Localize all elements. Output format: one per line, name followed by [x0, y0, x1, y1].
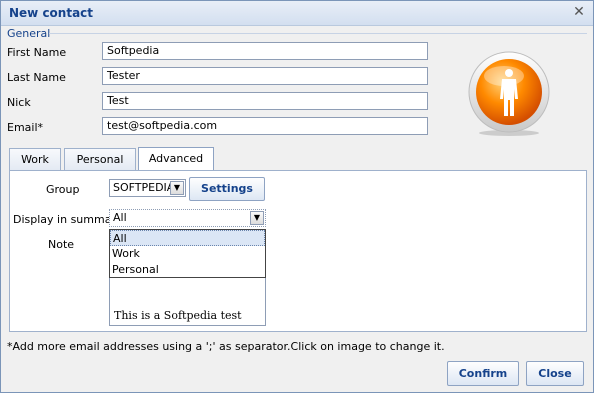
display-select-value: All — [113, 211, 127, 224]
tab-work[interactable]: Work — [9, 148, 61, 170]
tab-personal[interactable]: Personal — [64, 148, 136, 170]
person-icon[interactable] — [466, 50, 552, 136]
title-bar: New contact ✕ — [1, 1, 593, 26]
nick-field[interactable]: Test — [102, 92, 428, 110]
last-name-label: Last Name — [7, 71, 66, 84]
close-icon[interactable]: ✕ — [571, 4, 587, 20]
email-field[interactable]: test@softpedia.com — [102, 117, 428, 135]
display-in-summary-label: Display in summary — [13, 213, 123, 226]
display-in-summary-select[interactable]: All ▼ — [109, 209, 266, 227]
settings-button[interactable]: Settings — [189, 177, 265, 201]
display-options-list: All Work Personal — [109, 229, 266, 278]
window-title: New contact — [9, 6, 94, 20]
note-label: Note — [48, 238, 75, 251]
advanced-panel — [9, 170, 587, 332]
group-label: Group — [46, 183, 80, 196]
new-contact-window: New contact ✕ General First Name Softped… — [0, 0, 594, 393]
email-label: Email* — [7, 121, 44, 134]
group-select-value: SOFTPEDIA — [113, 181, 175, 194]
nick-label: Nick — [7, 96, 31, 109]
tab-advanced[interactable]: Advanced — [138, 147, 214, 171]
note-textarea[interactable]: This is a Softpedia test — [109, 278, 266, 326]
email-hint: *Add more email addresses using a ';' as… — [7, 340, 445, 353]
last-name-field[interactable]: Tester — [102, 67, 428, 85]
close-button[interactable]: Close — [526, 361, 584, 386]
general-group-label: General — [7, 27, 51, 40]
first-name-field[interactable]: Softpedia — [102, 42, 428, 60]
confirm-button[interactable]: Confirm — [447, 361, 519, 386]
option-all[interactable]: All — [110, 230, 265, 246]
option-work[interactable]: Work — [110, 246, 265, 262]
chevron-down-icon[interactable]: ▼ — [250, 211, 264, 225]
note-text: This is a Softpedia test — [114, 309, 242, 322]
option-personal[interactable]: Personal — [110, 262, 265, 278]
first-name-label: First Name — [7, 46, 67, 59]
general-divider — [49, 33, 587, 34]
group-select[interactable]: SOFTPEDIA ▼ — [109, 179, 186, 197]
chevron-down-icon[interactable]: ▼ — [170, 181, 184, 195]
